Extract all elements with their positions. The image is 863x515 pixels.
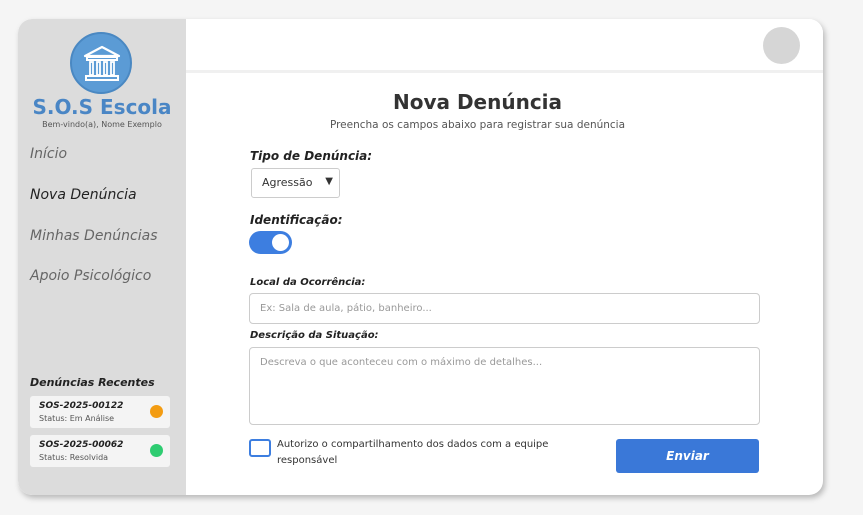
consent-text: Autorizo o compartilhamento dos dados co… [277, 439, 549, 466]
app-window: S.O.S Escola Bem-vindo(a), Nome Exemplo … [18, 19, 823, 495]
toggle-knob [272, 234, 289, 251]
brand-name: S.O.S Escola [32, 95, 172, 119]
avatar[interactable] [763, 27, 800, 64]
nav-item-nova-denuncia[interactable]: Nova Denúncia [30, 187, 137, 203]
recent-report-card[interactable]: SOS-2025-00122 Status: Em Análise [30, 396, 170, 428]
type-select-value: Agressão [262, 176, 313, 189]
report-code: SOS-2025-00062 [39, 440, 124, 450]
identification-toggle[interactable] [249, 231, 292, 254]
type-select[interactable]: Agressão ▼ [251, 168, 340, 198]
description-textarea[interactable]: Descreva o que aconteceu com o máximo de… [249, 347, 760, 425]
location-input[interactable]: Ex: Sala de aula, pátio, banheiro... [249, 293, 760, 324]
dropdown-arrow-icon: ▼ [325, 176, 333, 187]
welcome-text: Bem-vindo(a), Nome Exemplo [42, 120, 162, 129]
consent-checkbox[interactable] [249, 439, 271, 457]
school-logo-icon [70, 32, 132, 94]
top-bar [186, 19, 823, 73]
recent-report-card[interactable]: SOS-2025-00062 Status: Resolvida [30, 435, 170, 467]
submit-button[interactable]: Enviar [616, 439, 759, 473]
nav-item-minhas-denuncias[interactable]: Minhas Denúncias [30, 228, 158, 244]
status-dot-icon [150, 444, 163, 457]
nav-item-inicio[interactable]: Início [30, 146, 67, 162]
nav-item-apoio-psicologico[interactable]: Apoio Psicológico [30, 268, 151, 284]
report-status: Status: Resolvida [39, 453, 109, 462]
report-status: Status: Em Análise [39, 414, 115, 423]
type-label: Tipo de Denúncia: [250, 149, 373, 163]
recent-reports-title: Denúncias Recentes [30, 376, 155, 389]
report-code: SOS-2025-00122 [39, 401, 124, 411]
identification-label: Identificação: [250, 213, 343, 227]
sidebar: S.O.S Escola Bem-vindo(a), Nome Exemplo … [18, 19, 186, 495]
status-dot-icon [150, 405, 163, 418]
page-subtitle: Preencha os campos abaixo para registrar… [329, 119, 626, 131]
description-label: Descrição da Situação: [250, 330, 379, 341]
location-label: Local da Ocorrência: [250, 277, 366, 288]
page-title: Nova Denúncia [392, 90, 563, 114]
